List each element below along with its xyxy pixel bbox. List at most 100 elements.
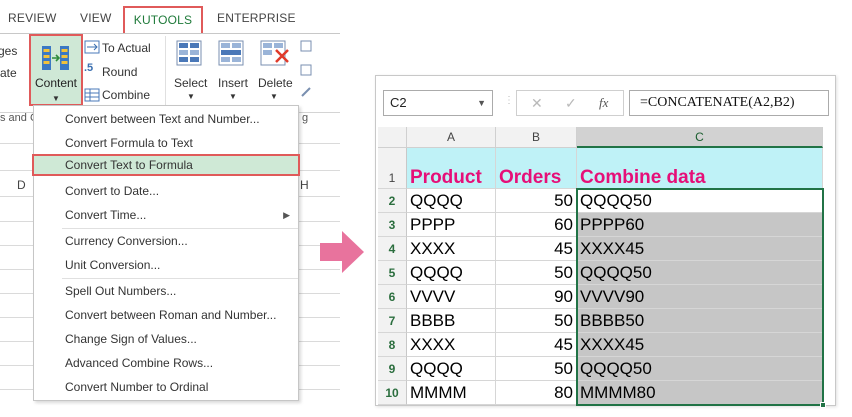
menu-separator — [62, 228, 298, 229]
cell-c1[interactable]: Combine data — [577, 148, 823, 189]
menu-item-currency-conversion[interactable]: Currency Conversion... — [34, 230, 298, 252]
row-header[interactable]: 8 — [378, 333, 407, 357]
menu-item-convert-to-date[interactable]: Convert to Date... — [34, 180, 298, 202]
cell-c[interactable]: QQQQ50 — [577, 261, 823, 285]
column-header-a[interactable]: A — [407, 127, 496, 148]
formula-bar: C2 ▼ ⋮ ✕ ✓ fx =CONCATENATE(A2,B2) — [376, 76, 835, 130]
row-header[interactable]: 6 — [378, 285, 407, 309]
row-header[interactable]: 4 — [378, 237, 407, 261]
row-header[interactable]: 3 — [378, 213, 407, 237]
chevron-down-icon: ▼ — [477, 98, 486, 108]
column-header-h: H — [300, 178, 309, 192]
chevron-down-icon: ▼ — [229, 92, 237, 101]
chevron-down-icon: ▼ — [187, 92, 195, 101]
cell-b[interactable]: 50 — [496, 189, 577, 213]
insert-function-icon[interactable]: fx — [599, 95, 608, 111]
cell-c[interactable]: XXXX45 — [577, 237, 823, 261]
menu-item-change-sign[interactable]: Change Sign of Values... — [34, 328, 298, 350]
content-button-label: Content — [34, 76, 78, 90]
tab-kutools[interactable]: KUTOOLS — [123, 6, 203, 34]
cell-b[interactable]: 45 — [496, 237, 577, 261]
more-tools-icons[interactable] — [296, 38, 326, 98]
cell-b[interactable]: 80 — [496, 381, 577, 405]
tab-enterprise[interactable]: ENTERPRISE — [217, 11, 296, 25]
cell-c[interactable]: BBBB50 — [577, 309, 823, 333]
worksheet-grid: A B C 1 Product Orders Combine data 2 QQ… — [378, 127, 826, 408]
row-header[interactable]: 7 — [378, 309, 407, 333]
to-actual-button[interactable]: To Actual — [102, 41, 151, 55]
menu-item-convert-formula-to-text[interactable]: Convert Formula to Text — [34, 132, 298, 154]
cell-b[interactable]: 90 — [496, 285, 577, 309]
cell-a[interactable]: QQQQ — [407, 189, 496, 213]
kutools-ribbon-panel: REVIEW VIEW KUTOOLS ENTERPRISE ges ate s… — [0, 0, 340, 417]
cell-b[interactable]: 50 — [496, 309, 577, 333]
menu-item-advanced-combine-rows[interactable]: Advanced Combine Rows... — [34, 352, 298, 374]
row-header[interactable]: 10 — [378, 381, 407, 405]
cell-b1[interactable]: Orders — [496, 148, 577, 189]
menu-item-spell-out-numbers[interactable]: Spell Out Numbers... — [34, 280, 298, 302]
column-header-d: D — [17, 178, 26, 192]
cell-a[interactable]: QQQQ — [407, 357, 496, 381]
cell-c[interactable]: QQQQ50 — [577, 357, 823, 381]
row-header[interactable]: 2 — [378, 189, 407, 213]
cell-b[interactable]: 60 — [496, 213, 577, 237]
column-header-c[interactable]: C — [577, 127, 823, 148]
menu-item-convert-text-number[interactable]: Convert between Text and Number... — [34, 108, 298, 130]
cell-b[interactable]: 50 — [496, 357, 577, 381]
row-header[interactable]: 5 — [378, 261, 407, 285]
delete-button[interactable]: Delete — [258, 76, 293, 90]
tab-review[interactable]: REVIEW — [8, 11, 57, 25]
cell-a[interactable]: XXXX — [407, 237, 496, 261]
cell-a[interactable]: PPPP — [407, 213, 496, 237]
cancel-icon[interactable]: ✕ — [531, 95, 543, 112]
round-button[interactable]: Round — [102, 65, 137, 79]
menu-item-convert-time[interactable]: Convert Time... ▶ — [34, 204, 298, 226]
select-button[interactable]: Select — [174, 76, 207, 90]
menu-item-number-to-ordinal[interactable]: Convert Number to Ordinal — [34, 376, 298, 398]
row-header[interactable]: 9 — [378, 357, 407, 381]
row-header[interactable]: 1 — [378, 148, 407, 189]
enter-icon[interactable]: ✓ — [565, 95, 577, 112]
select-all-corner[interactable] — [378, 127, 407, 148]
menu-item-roman-number[interactable]: Convert between Roman and Number... — [34, 304, 298, 326]
content-button[interactable]: Content ▼ — [29, 34, 83, 106]
ribbon-partial-label[interactable]: ges — [0, 44, 17, 58]
chevron-down-icon: ▼ — [270, 92, 278, 101]
cell-c[interactable]: XXXX45 — [577, 333, 823, 357]
column-header-b[interactable]: B — [496, 127, 577, 148]
cell-c[interactable]: MMMM80 — [577, 381, 823, 405]
formula-buttons: ✕ ✓ fx — [516, 90, 624, 116]
formula-input[interactable]: =CONCATENATE(A2,B2) — [629, 90, 829, 116]
cell-a[interactable]: QQQQ — [407, 261, 496, 285]
cell-c-active[interactable]: QQQQ50 — [577, 189, 823, 213]
cell-a1[interactable]: Product — [407, 148, 496, 189]
delete-icon — [260, 40, 289, 66]
cell-a[interactable]: BBBB — [407, 309, 496, 333]
arrow-right-icon — [320, 231, 364, 273]
select-icon — [176, 40, 202, 66]
menu-item-unit-conversion[interactable]: Unit Conversion... — [34, 254, 298, 276]
combine-icon — [84, 88, 100, 102]
ribbon-partial-label[interactable]: ate — [0, 66, 17, 80]
cell-a[interactable]: MMMM — [407, 381, 496, 405]
tab-view[interactable]: VIEW — [80, 11, 111, 25]
text-icon — [300, 40, 312, 52]
cell-b[interactable]: 45 — [496, 333, 577, 357]
round-icon: .5 — [84, 62, 94, 74]
name-box[interactable]: C2 ▼ — [383, 90, 493, 116]
menu-item-convert-text-to-formula[interactable]: Convert Text to Formula — [32, 154, 300, 176]
content-dropdown-menu: Convert between Text and Number... Conve… — [32, 105, 300, 401]
spreadsheet-window: C2 ▼ ⋮ ✕ ✓ fx =CONCATENATE(A2,B2) A B C 1… — [375, 75, 836, 408]
fill-handle[interactable] — [820, 402, 826, 408]
menu-separator — [62, 278, 298, 279]
insert-icon — [218, 40, 244, 66]
cell-c[interactable]: VVVV90 — [577, 285, 823, 309]
cell-c[interactable]: PPPP60 — [577, 213, 823, 237]
to-actual-icon — [84, 40, 100, 54]
combine-button[interactable]: Combine — [102, 88, 150, 102]
ribbon-body: ges ate s and C Content ▼ To Actual .5 R… — [0, 33, 340, 124]
cell-a[interactable]: XXXX — [407, 333, 496, 357]
cell-a[interactable]: VVVV — [407, 285, 496, 309]
cell-b[interactable]: 50 — [496, 261, 577, 285]
insert-button[interactable]: Insert — [218, 76, 248, 90]
